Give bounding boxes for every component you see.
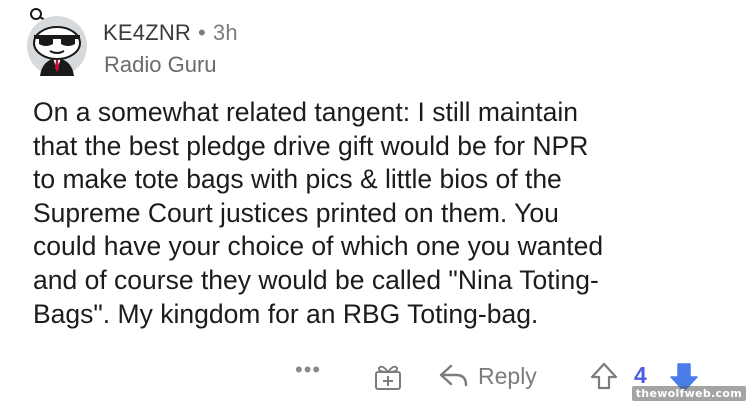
reply-arrow-icon [438, 362, 470, 390]
comment-age: 3h [212, 20, 238, 45]
reply-label: Reply [478, 363, 537, 389]
watermark: thewolfweb.com [631, 386, 746, 401]
separator-dot: • [198, 20, 206, 45]
comment-body: On a somewhat related tangent: I still m… [33, 97, 604, 329]
vote-score: 4 [634, 362, 647, 388]
author-username[interactable]: KE4ZNR [103, 20, 191, 45]
more-options-button[interactable]: ••• [295, 357, 321, 383]
gift-award-icon[interactable] [373, 363, 403, 391]
upvote-arrow-icon[interactable] [589, 361, 619, 391]
comment-header: KE4ZNR • 3h [103, 20, 238, 46]
user-flair: Radio Guru [104, 52, 217, 77]
avatar[interactable] [22, 8, 92, 78]
